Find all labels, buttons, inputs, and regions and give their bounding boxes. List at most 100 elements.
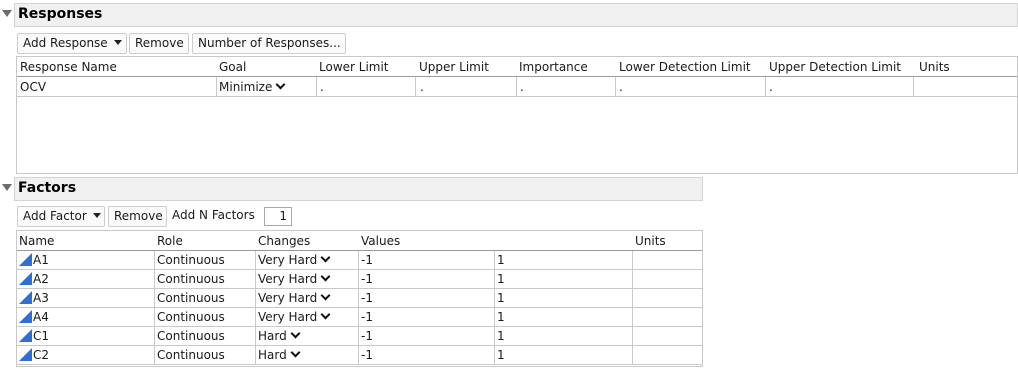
col-values[interactable]: Values — [361, 234, 400, 248]
cell-divider — [316, 77, 317, 96]
cell-divider — [494, 346, 495, 365]
add-n-factors-label[interactable]: Add N Factors — [172, 206, 255, 225]
factor-changes-value: Very Hard — [258, 253, 318, 267]
disclosure-triangle-icon[interactable] — [2, 10, 12, 17]
factor-changes-dropdown[interactable]: Hard — [258, 327, 301, 345]
col-units[interactable]: Units — [919, 60, 950, 74]
cell-divider — [632, 308, 633, 327]
goal-dropdown[interactable]: Minimize — [219, 78, 286, 96]
col-response-name[interactable]: Response Name — [20, 60, 117, 74]
col-lower-limit[interactable]: Lower Limit — [319, 60, 389, 74]
factor-changes-value: Very Hard — [258, 272, 318, 286]
chevron-down-icon — [320, 290, 331, 301]
factor-role-cell[interactable]: Continuous — [157, 346, 225, 364]
factor-role-cell[interactable]: Continuous — [157, 251, 225, 269]
factor-changes-dropdown[interactable]: Very Hard — [258, 270, 331, 288]
upper-detection-limit-cell[interactable]: . — [769, 78, 773, 96]
chevron-down-icon — [320, 252, 331, 263]
factor-high-value-cell[interactable]: 1 — [497, 251, 505, 269]
responses-title: Responses — [18, 6, 103, 22]
disclosure-triangle-icon[interactable] — [2, 184, 12, 191]
factor-name-cell[interactable]: C1 — [19, 327, 49, 345]
n-factors-input[interactable]: 1 — [264, 207, 292, 226]
add-factor-button[interactable]: Add Factor — [17, 206, 105, 227]
number-of-responses-button[interactable]: Number of Responses... — [192, 33, 346, 54]
row-divider — [17, 345, 702, 346]
importance-cell[interactable]: . — [520, 78, 524, 96]
cell-divider — [216, 77, 217, 96]
factor-name: A2 — [33, 272, 49, 286]
factor-low-value-cell[interactable]: -1 — [361, 270, 373, 288]
factors-section-header[interactable] — [14, 177, 703, 201]
cell-divider — [255, 308, 256, 327]
col-lower-detection-limit[interactable]: Lower Detection Limit — [619, 60, 751, 74]
remove-factor-button[interactable]: Remove — [108, 206, 167, 227]
factor-high-value-cell[interactable]: 1 — [497, 327, 505, 345]
cell-divider — [154, 346, 155, 365]
factor-name: A3 — [33, 291, 49, 305]
cell-divider — [255, 270, 256, 289]
factor-high-value-cell[interactable]: 1 — [497, 308, 505, 326]
factor-role-cell[interactable]: Continuous — [157, 308, 225, 326]
cell-divider — [154, 289, 155, 308]
cell-divider — [494, 289, 495, 308]
factor-changes-dropdown[interactable]: Very Hard — [258, 308, 331, 326]
header-divider — [17, 250, 702, 251]
continuous-factor-icon — [19, 291, 32, 304]
dropdown-caret-icon — [113, 40, 122, 45]
responses-section-header[interactable] — [14, 3, 1018, 27]
cell-divider — [632, 346, 633, 365]
factor-high-value-cell[interactable]: 1 — [497, 270, 505, 288]
cell-divider — [154, 251, 155, 270]
factor-changes-dropdown[interactable]: Very Hard — [258, 289, 331, 307]
cell-divider — [358, 289, 359, 308]
factor-role-cell[interactable]: Continuous — [157, 327, 225, 345]
cell-divider — [358, 327, 359, 346]
col-importance[interactable]: Importance — [519, 60, 588, 74]
col-goal[interactable]: Goal — [219, 60, 246, 74]
factor-name-cell[interactable]: A3 — [19, 289, 49, 307]
factor-role-cell[interactable]: Continuous — [157, 270, 225, 288]
factor-low-value-cell[interactable]: -1 — [361, 308, 373, 326]
factor-changes-dropdown[interactable]: Hard — [258, 346, 301, 364]
factor-low-value-cell[interactable]: -1 — [361, 346, 373, 364]
upper-limit-cell[interactable]: . — [420, 78, 424, 96]
factor-name-cell[interactable]: A1 — [19, 251, 49, 269]
factor-changes-dropdown[interactable]: Very Hard — [258, 251, 331, 269]
cell-divider — [358, 346, 359, 365]
col-name[interactable]: Name — [19, 234, 54, 248]
cell-divider — [632, 327, 633, 346]
factor-high-value-cell[interactable]: 1 — [497, 289, 505, 307]
cell-divider — [154, 308, 155, 327]
col-upper-limit[interactable]: Upper Limit — [419, 60, 489, 74]
cell-divider — [516, 77, 517, 96]
response-name-cell[interactable]: OCV — [20, 78, 46, 96]
chevron-down-icon — [320, 309, 331, 320]
lower-limit-cell[interactable]: . — [320, 78, 324, 96]
factor-changes-value: Very Hard — [258, 291, 318, 305]
factor-role-cell[interactable]: Continuous — [157, 289, 225, 307]
col-role[interactable]: Role — [157, 234, 183, 248]
cell-divider — [494, 308, 495, 327]
cell-divider — [358, 251, 359, 270]
factor-low-value-cell[interactable]: -1 — [361, 327, 373, 345]
cell-divider — [632, 251, 633, 270]
factor-changes-value: Very Hard — [258, 310, 318, 324]
factor-name-cell[interactable]: A2 — [19, 270, 49, 288]
continuous-factor-icon — [19, 329, 32, 342]
factor-low-value-cell[interactable]: -1 — [361, 251, 373, 269]
factor-name-cell[interactable]: A4 — [19, 308, 49, 326]
chevron-down-icon — [320, 271, 331, 282]
factor-high-value-cell[interactable]: 1 — [497, 346, 505, 364]
lower-detection-limit-cell[interactable]: . — [619, 78, 623, 96]
remove-response-button[interactable]: Remove — [129, 33, 189, 54]
factor-name-cell[interactable]: C2 — [19, 346, 49, 364]
add-factor-label: Add Factor — [23, 209, 87, 223]
cell-divider — [255, 289, 256, 308]
header-divider — [17, 76, 1017, 77]
col-upper-detection-limit[interactable]: Upper Detection Limit — [769, 60, 901, 74]
factor-low-value-cell[interactable]: -1 — [361, 289, 373, 307]
col-changes[interactable]: Changes — [258, 234, 310, 248]
col-units[interactable]: Units — [635, 234, 666, 248]
add-response-button[interactable]: Add Response — [17, 33, 127, 54]
